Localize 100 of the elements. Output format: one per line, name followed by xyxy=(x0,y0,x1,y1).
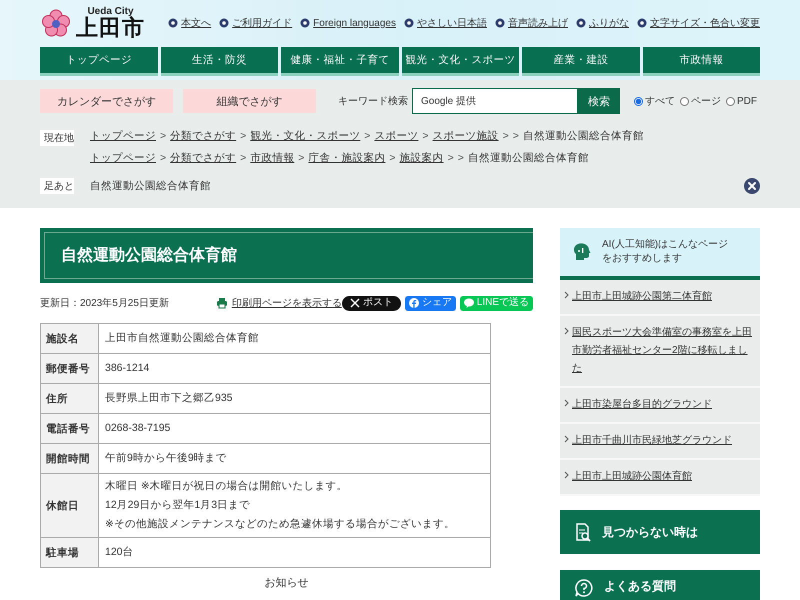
close-button[interactable] xyxy=(744,178,760,194)
footprint-item[interactable]: 自然運動公園総合体育館 xyxy=(90,178,211,192)
utility-link[interactable]: 本文へ xyxy=(181,16,212,30)
utility-link[interactable]: 文字サイズ・色合い変更 xyxy=(650,16,760,30)
breadcrumb-separator: > xyxy=(502,130,509,142)
breadcrumb-separator: > xyxy=(160,152,166,164)
utility-link[interactable]: ふりがな xyxy=(589,16,629,30)
help-panel-button[interactable]: よくある質問 xyxy=(560,570,760,600)
bullet-icon xyxy=(219,18,230,28)
radio-label: PDF xyxy=(737,96,757,106)
breadcrumb-separator: > xyxy=(160,130,166,142)
bullet-icon xyxy=(404,18,414,28)
search-by-button[interactable]: 組織でさがす xyxy=(183,89,316,113)
breadcrumb-separator: > xyxy=(364,130,370,142)
recommendation-link[interactable]: 上田市上田城跡公園第二体育館 xyxy=(572,288,712,306)
row-header: 住所 xyxy=(40,384,98,414)
breadcrumb-link[interactable]: 分類でさがす xyxy=(170,129,236,143)
bullet-icon xyxy=(637,18,647,28)
chevron-icon xyxy=(564,327,569,335)
breadcrumb-link[interactable]: 分類でさがす xyxy=(170,151,236,165)
nav-tab[interactable]: 健康・福祉・子育て xyxy=(281,47,398,73)
recommendation-link[interactable]: 国民スポーツ大会準備室の事務室を上田市勤労者福祉センター2階に移転しました xyxy=(572,324,754,378)
radio-button[interactable] xyxy=(634,96,643,106)
chevron-icon xyxy=(564,399,569,407)
breadcrumb-link[interactable]: 観光・文化・スポーツ xyxy=(250,129,360,143)
row-header: 駐車場 xyxy=(40,538,98,568)
utility-link[interactable]: 音声読み上げ xyxy=(508,16,568,30)
document-search-icon xyxy=(574,522,592,542)
bullet-icon xyxy=(300,18,310,28)
radio-button[interactable] xyxy=(726,96,735,106)
breadcrumb-separator: > xyxy=(458,152,464,164)
share-button[interactable]: シェア xyxy=(404,296,456,310)
recommendation-link[interactable]: 上田市染屋台多目的グラウンド xyxy=(572,396,712,414)
breadcrumb-link[interactable]: 市政情報 xyxy=(250,151,294,165)
breadcrumb-separator: > xyxy=(240,130,246,142)
footprint-label: 足あと xyxy=(40,178,74,194)
utility-link[interactable]: ご利用ガイド xyxy=(232,16,292,30)
radio-label: すべて xyxy=(645,95,675,108)
row-header: 休館日 xyxy=(40,474,98,538)
section-heading: お知らせ xyxy=(264,576,310,590)
breadcrumb-label: 現在地 xyxy=(40,130,74,146)
nav-tab[interactable]: トップページ xyxy=(40,47,158,73)
row-header: 施設名 xyxy=(40,324,98,354)
row-header: 電話番号 xyxy=(40,414,98,444)
breadcrumb-current: 自然運動公園総合体育館 xyxy=(522,129,644,143)
page-title: 自然運動公園総合体育館 xyxy=(44,232,533,279)
breadcrumb-current: 自然運動公園総合体育館 xyxy=(468,151,589,165)
breadcrumb-link[interactable]: トップページ xyxy=(90,129,156,143)
help-panel-button[interactable]: 見つからない時は xyxy=(560,510,760,554)
table-cell-text: 12月29日から翌年1月3日まで xyxy=(105,498,252,513)
search-field[interactable]: Google 提供 xyxy=(412,88,578,114)
radio-label: ページ xyxy=(691,95,721,108)
breadcrumb-separator: > xyxy=(448,152,454,164)
chevron-icon xyxy=(564,435,569,443)
nav-tab[interactable]: 生活・防災 xyxy=(160,47,278,73)
recommendation-link[interactable]: 上田市上田城跡公園体育館 xyxy=(572,468,692,486)
print-link[interactable]: 印刷用ページを表示する xyxy=(232,296,342,310)
breadcrumb-separator: > xyxy=(240,152,246,164)
breadcrumb-separator: > xyxy=(298,152,304,164)
breadcrumb-link[interactable]: スポーツ施設 xyxy=(432,129,499,143)
table-cell-text: 木曜日 ※木曜日が祝日の場合は開館いたします。 xyxy=(105,479,349,494)
breadcrumb-link[interactable]: スポーツ xyxy=(374,129,418,143)
row-header: 郵便番号 xyxy=(40,354,98,384)
updated-date: 更新日：2023年5月25日更新 xyxy=(40,296,170,310)
radio-button[interactable] xyxy=(680,96,689,106)
nav-tab[interactable]: 産業・建設 xyxy=(522,47,640,73)
table-cell-text: ※その他施設メンテナンスなどのため急遽休場する場合がございます。 xyxy=(105,517,456,532)
ai-head-icon xyxy=(572,242,592,262)
recommendation-link[interactable]: 上田市千曲川市民緑地芝グラウンド xyxy=(572,432,732,450)
table-cell-text: 午前9時から午後9時まで xyxy=(105,451,228,466)
breadcrumb-separator: > xyxy=(512,130,519,142)
breadcrumb-link[interactable]: 庁舎・施設案内 xyxy=(308,151,386,165)
utility-link[interactable]: やさしい日本語 xyxy=(417,16,487,30)
flower-logo-icon xyxy=(40,8,72,38)
breadcrumb-link[interactable]: 施設案内 xyxy=(400,151,444,165)
breadcrumb-link[interactable]: トップページ xyxy=(90,151,156,165)
utility-link[interactable]: Foreign languages xyxy=(313,18,396,28)
search-by-button[interactable]: カレンダーでさがす xyxy=(40,89,173,113)
table-cell-text: 長野県上田市下之郷乙935 xyxy=(105,391,234,406)
bullet-icon xyxy=(495,18,505,28)
table-cell-text: 386-1214 xyxy=(105,361,150,376)
nav-tab[interactable]: 観光・文化・スポーツ xyxy=(402,47,519,73)
logo-subtitle: Ueda City xyxy=(87,7,134,17)
row-header: 開館時間 xyxy=(40,444,98,474)
bullet-icon xyxy=(168,18,178,28)
keyword-label: キーワード検索 xyxy=(338,94,408,108)
x-logo-icon xyxy=(350,298,360,308)
share-button[interactable]: ポスト xyxy=(342,296,401,310)
facebook-icon xyxy=(408,298,419,308)
chevron-icon xyxy=(564,291,569,299)
table-cell-text: 120台 xyxy=(105,545,135,560)
logo-title: 上田市 xyxy=(76,17,145,39)
breadcrumb-separator: > xyxy=(389,152,396,164)
table-cell-text: 上田市自然運動公園総合体育館 xyxy=(105,331,260,346)
chevron-icon xyxy=(564,471,569,479)
breadcrumb-separator: > xyxy=(422,130,429,142)
table-cell-text: 0268-38-7195 xyxy=(105,421,172,436)
search-button[interactable]: 検索 xyxy=(578,88,620,114)
nav-tab[interactable]: 市政情報 xyxy=(642,47,760,73)
question-bubble-icon xyxy=(574,578,594,598)
